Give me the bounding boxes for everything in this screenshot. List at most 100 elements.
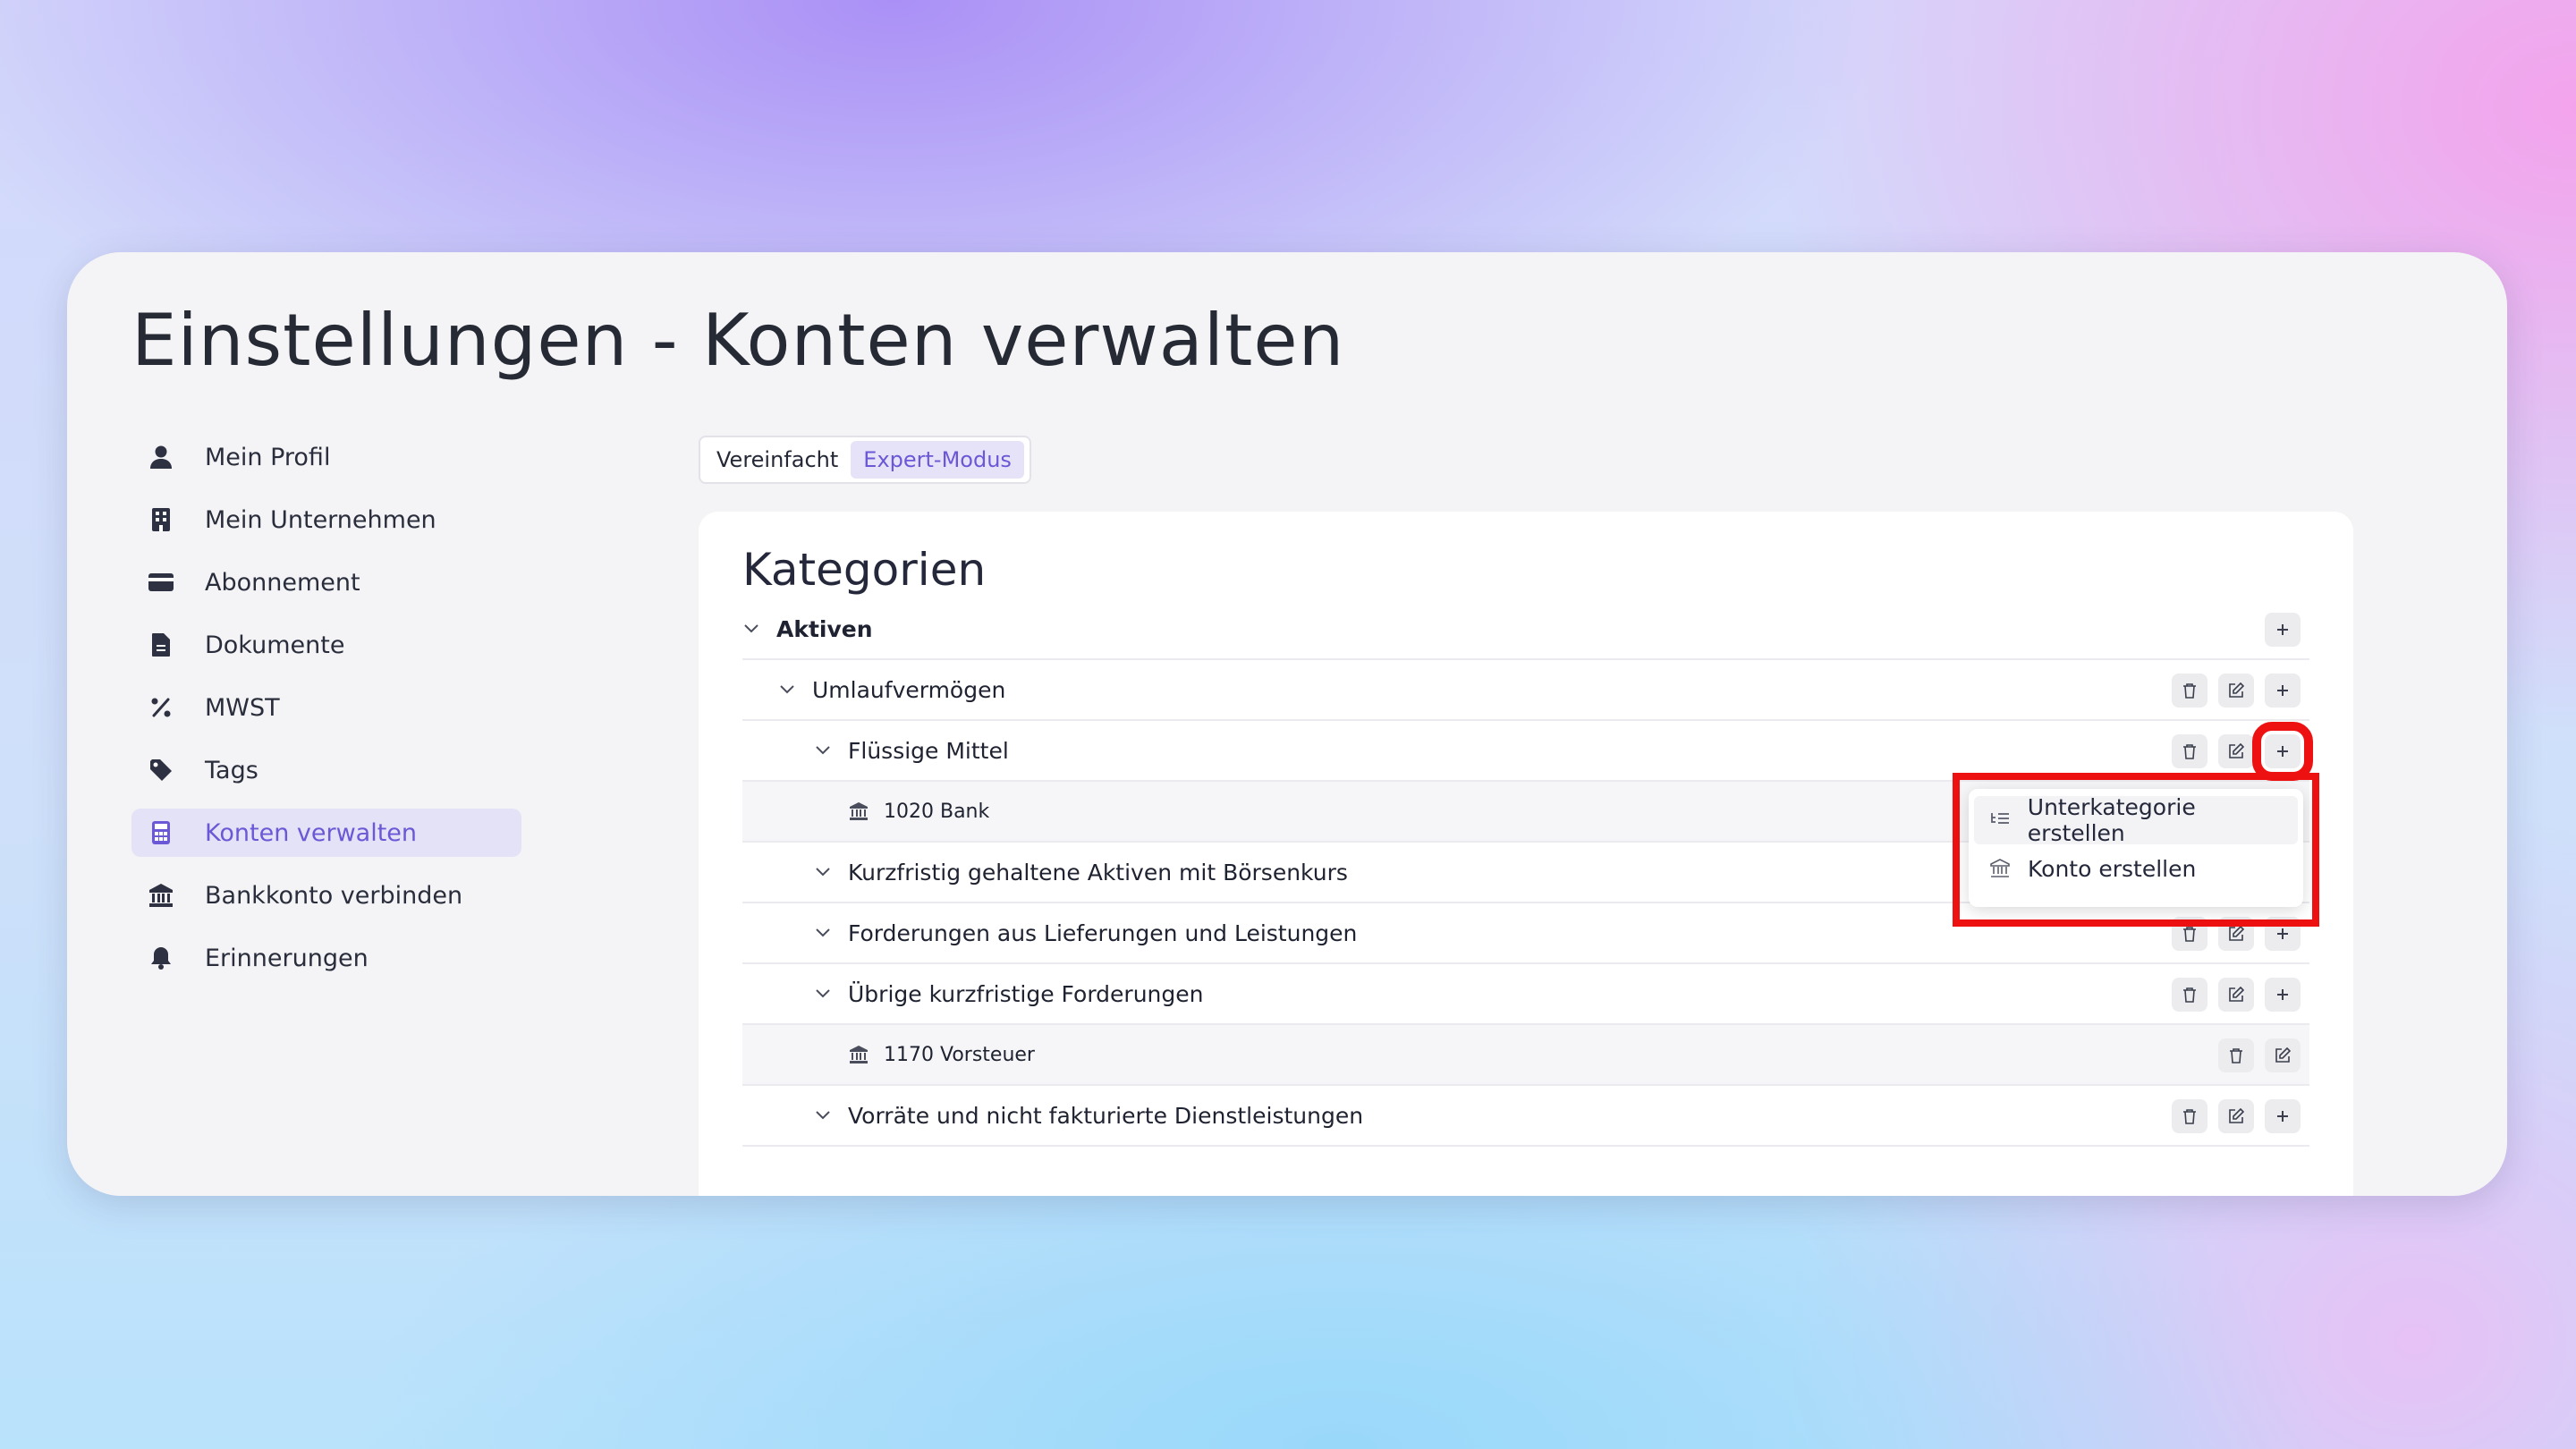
- tree-row-label: Forderungen aus Lieferungen und Leistung…: [848, 919, 1358, 946]
- sidebar-item-konten-verwalten[interactable]: Konten verwalten: [131, 809, 521, 857]
- edit-icon: [2229, 987, 2244, 1002]
- trash-icon: [2183, 987, 2196, 1003]
- chevron-down-icon[interactable]: [814, 1106, 832, 1124]
- sidebar-item-erinnerungen[interactable]: Erinnerungen: [131, 934, 521, 982]
- add-button[interactable]: [2265, 978, 2301, 1012]
- edit-icon: [2275, 1047, 2291, 1063]
- tree-row-label: Übrige kurzfristige Forderungen: [848, 980, 1204, 1007]
- sidebar-item-dokumente[interactable]: Dokumente: [131, 621, 521, 669]
- edit-button[interactable]: [2218, 978, 2254, 1012]
- tree-row-label: Flüssige Mittel: [848, 737, 1009, 764]
- edit-button[interactable]: [2218, 734, 2254, 768]
- edit-button[interactable]: [2218, 674, 2254, 708]
- plus-icon: [2277, 1111, 2288, 1122]
- sidebar-item-bankkonto-verbinden[interactable]: Bankkonto verbinden: [131, 871, 521, 919]
- credit-card-icon: [146, 567, 176, 597]
- sidebar-item-label: Bankkonto verbinden: [205, 881, 463, 910]
- mode-simple-button[interactable]: Vereinfacht: [704, 441, 851, 479]
- plus-icon: [2277, 685, 2288, 696]
- delete-button[interactable]: [2218, 1038, 2254, 1072]
- add-button[interactable]: [2265, 613, 2301, 647]
- edit-icon: [2229, 926, 2244, 941]
- tree-row: Umlaufvermögen: [742, 660, 2309, 721]
- create-dropdown-menu: Unterkategorie erstellen Konto erstellen: [1969, 789, 2303, 907]
- edit-icon: [2229, 743, 2244, 758]
- sidebar-item-label: Mein Unternehmen: [205, 505, 436, 534]
- trash-icon: [2183, 744, 2196, 759]
- calculator-icon: [146, 818, 176, 848]
- page-title: Einstellungen - Konten verwalten: [131, 299, 1345, 382]
- sidebar-item-mwst[interactable]: MWST: [131, 683, 521, 732]
- add-button-highlighted[interactable]: [2252, 722, 2313, 781]
- plus-icon: [2277, 928, 2288, 939]
- tree-row-account: 1170 Vorsteuer: [742, 1025, 2309, 1086]
- trash-icon: [2183, 1109, 2196, 1124]
- user-icon: [146, 442, 176, 472]
- edit-icon: [2229, 1108, 2244, 1123]
- row-actions: [2172, 674, 2301, 708]
- plus-icon: [2277, 746, 2288, 757]
- percent-icon: [146, 692, 176, 723]
- row-actions: [2172, 978, 2301, 1012]
- edit-button[interactable]: [2218, 1099, 2254, 1133]
- tree-row-label: Aktiven: [776, 615, 873, 642]
- sidebar-item-mein-profil[interactable]: Mein Profil: [131, 433, 521, 481]
- tree-row-label: Vorräte und nicht fakturierte Dienstleis…: [848, 1102, 1364, 1129]
- menu-item-unterkategorie-erstellen[interactable]: Unterkategorie erstellen: [1974, 794, 2298, 846]
- menu-item-label: Unterkategorie erstellen: [2027, 794, 2196, 846]
- building-icon: [146, 504, 176, 535]
- trash-icon: [2230, 1048, 2242, 1063]
- delete-button[interactable]: [2172, 978, 2207, 1012]
- bank-icon: [146, 880, 176, 911]
- tree-row: Vorräte und nicht fakturierte Dienstleis…: [742, 1086, 2309, 1147]
- row-actions: [2265, 613, 2301, 647]
- bank-icon: [1988, 857, 2012, 880]
- trash-icon: [2183, 927, 2196, 942]
- row-actions: [2218, 1038, 2301, 1072]
- settings-window: Einstellungen - Konten verwalten Mein Pr…: [67, 252, 2507, 1196]
- tree-row-label: Umlaufvermögen: [812, 676, 1006, 703]
- chevron-down-icon[interactable]: [814, 741, 832, 759]
- mode-toggle: Vereinfacht Expert-Modus: [699, 436, 1031, 484]
- tree-row-label: Kurzfristig gehaltene Aktiven mit Börsen…: [848, 859, 1348, 886]
- sidebar-item-label: MWST: [205, 693, 280, 722]
- chevron-down-icon[interactable]: [814, 985, 832, 1003]
- menu-item-label: Konto erstellen: [2028, 855, 2197, 882]
- sidebar-item-label: Abonnement: [205, 568, 360, 597]
- add-button[interactable]: [2265, 1099, 2301, 1133]
- create-dropdown-highlight: Unterkategorie erstellen Konto erstellen: [1953, 773, 2319, 927]
- tree-row-label: 1020 Bank: [884, 800, 990, 823]
- tree-row-label: 1170 Vorsteuer: [884, 1043, 1035, 1066]
- subcategory-icon: [1988, 809, 2012, 832]
- bell-icon: [146, 943, 176, 973]
- plus-icon: [2277, 989, 2288, 1000]
- panel-title: Kategorien: [742, 544, 987, 596]
- trash-icon: [2183, 683, 2196, 699]
- row-actions: [2172, 722, 2313, 781]
- sidebar-item-label: Konten verwalten: [205, 818, 418, 847]
- chevron-down-icon[interactable]: [814, 863, 832, 881]
- row-actions: [2172, 1099, 2301, 1133]
- mode-expert-button[interactable]: Expert-Modus: [851, 441, 1024, 479]
- sidebar-item-label: Dokumente: [205, 631, 345, 659]
- delete-button[interactable]: [2172, 734, 2207, 768]
- sidebar-item-label: Mein Profil: [205, 443, 331, 471]
- plus-icon: [2277, 624, 2288, 635]
- sidebar-item-mein-unternehmen[interactable]: Mein Unternehmen: [131, 496, 521, 544]
- add-button[interactable]: [2265, 674, 2301, 708]
- chevron-down-icon[interactable]: [778, 681, 796, 699]
- tree-row: Übrige kurzfristige Forderungen: [742, 964, 2309, 1025]
- edit-button[interactable]: [2265, 1038, 2301, 1072]
- menu-item-konto-erstellen[interactable]: Konto erstellen: [1974, 844, 2298, 893]
- document-icon: [146, 630, 176, 660]
- tag-icon: [146, 755, 176, 785]
- tree-row: Aktiven: [742, 599, 2309, 660]
- sidebar-item-tags[interactable]: Tags: [131, 746, 521, 794]
- chevron-down-icon[interactable]: [814, 924, 832, 942]
- edit-icon: [2229, 682, 2244, 698]
- chevron-down-icon[interactable]: [742, 620, 760, 638]
- delete-button[interactable]: [2172, 674, 2207, 708]
- delete-button[interactable]: [2172, 1099, 2207, 1133]
- sidebar-item-label: Erinnerungen: [205, 944, 369, 972]
- sidebar-item-abonnement[interactable]: Abonnement: [131, 558, 521, 606]
